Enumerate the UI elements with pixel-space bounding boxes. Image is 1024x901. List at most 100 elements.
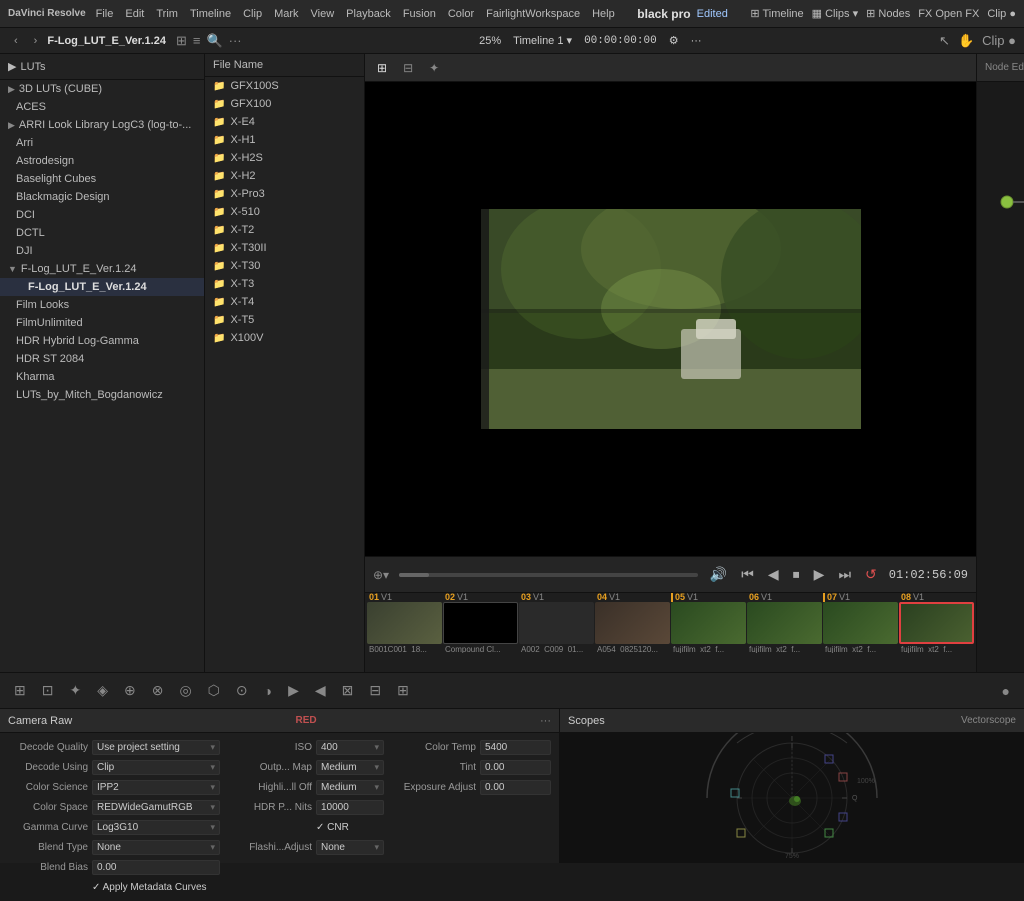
sidebar-item-3dluts[interactable]: ▶ 3D LUTs (CUBE) bbox=[0, 80, 204, 98]
clip-cell-07[interactable]: 07V1 fujifilm_xt2_f... bbox=[823, 593, 898, 653]
outp-map-value[interactable]: Medium ▾ bbox=[316, 760, 384, 775]
preview-btn-2[interactable]: ⊟ bbox=[399, 59, 417, 77]
sidebar-item-luts-mitch[interactable]: LUTs_by_Mitch_Bogdanowicz bbox=[0, 386, 204, 404]
highlight-off-value[interactable]: Medium ▾ bbox=[316, 780, 384, 795]
tool-btn-13[interactable]: ⊠ bbox=[336, 678, 360, 703]
progress-bar[interactable] bbox=[399, 573, 698, 577]
timecode-more-icon[interactable]: ⚙ bbox=[669, 34, 679, 47]
zoom-level[interactable]: 25% bbox=[479, 35, 501, 47]
back-button[interactable]: ‹ bbox=[8, 33, 24, 49]
tool-btn-10[interactable]: ◑ bbox=[258, 679, 278, 703]
list-view-icon[interactable]: ≡ bbox=[193, 33, 201, 49]
forward-button[interactable]: › bbox=[28, 33, 44, 49]
file-item-x100v[interactable]: 📁X100V bbox=[205, 329, 364, 347]
menu-timeline[interactable]: Timeline bbox=[190, 8, 231, 20]
nav-tools-icon[interactable]: ··· bbox=[691, 35, 702, 47]
exposure-adjust-value[interactable]: 0.00 bbox=[480, 780, 551, 795]
grid-view-icon[interactable]: ⊞ bbox=[176, 33, 187, 49]
decode-using-value[interactable]: Clip ▾ bbox=[92, 760, 220, 775]
clip-cell-08[interactable]: 08V1 fujifilm_xt2_f... bbox=[899, 593, 974, 653]
file-item-xe4[interactable]: 📁X-E4 bbox=[205, 113, 364, 131]
menu-clip[interactable]: Clip bbox=[243, 8, 262, 20]
volume-icon[interactable]: 🔊 bbox=[708, 564, 729, 585]
tool-btn-4[interactable]: ◈ bbox=[91, 678, 114, 703]
vectorscope-label[interactable]: Vectorscope bbox=[961, 715, 1016, 726]
timeline-mode-btn[interactable]: ⊞ Timeline bbox=[750, 7, 803, 20]
clip-cell-03[interactable]: 03V1 A002_C009_01... bbox=[519, 593, 594, 653]
cursor-tool-icon[interactable]: ↖ bbox=[939, 33, 950, 49]
stop-btn[interactable]: ⏹ bbox=[791, 564, 802, 585]
sidebar-item-hdr-hybrid[interactable]: HDR Hybrid Log-Gamma bbox=[0, 332, 204, 350]
file-item-xh1[interactable]: 📁X-H1 bbox=[205, 131, 364, 149]
blend-type-value[interactable]: None ▾ bbox=[92, 840, 220, 855]
sidebar-item-filmunlimited[interactable]: FilmUnlimited bbox=[0, 314, 204, 332]
file-item-xh2[interactable]: 📁X-H2 bbox=[205, 167, 364, 185]
decode-quality-value[interactable]: Use project setting ▾ bbox=[92, 740, 220, 755]
tool-btn-12[interactable]: ◀ bbox=[309, 678, 332, 703]
more-options-icon[interactable]: ··· bbox=[229, 33, 242, 49]
menu-color[interactable]: Color bbox=[448, 8, 474, 20]
file-item-x510[interactable]: 📁X-510 bbox=[205, 203, 364, 221]
preview-btn-3[interactable]: ✦ bbox=[425, 59, 443, 77]
tool-btn-8[interactable]: ⬡ bbox=[202, 678, 226, 703]
sidebar-item-film-looks[interactable]: Film Looks bbox=[0, 296, 204, 314]
menu-help[interactable]: Help bbox=[592, 8, 615, 20]
clip-cell-06[interactable]: 06V1 fujifilm_xt2_f... bbox=[747, 593, 822, 653]
hdr-nits-value[interactable]: 10000 bbox=[316, 800, 384, 815]
tint-value[interactable]: 0.00 bbox=[480, 760, 551, 775]
cnr-checkbox[interactable]: ✓ CNR bbox=[316, 822, 349, 833]
sidebar-item-aces[interactable]: ACES bbox=[0, 98, 204, 116]
file-item-xt4[interactable]: 📁X-T4 bbox=[205, 293, 364, 311]
tool-btn-3[interactable]: ✦ bbox=[63, 678, 87, 703]
timeline-name[interactable]: Timeline 1 ▾ bbox=[513, 34, 572, 47]
clip-cell-02[interactable]: 02V1 Compound Cl... bbox=[443, 593, 518, 653]
nodes-mode-btn[interactable]: ⊞ Nodes bbox=[866, 7, 910, 20]
sidebar-item-dctl[interactable]: DCTL bbox=[0, 224, 204, 242]
menu-fusion[interactable]: Fusion bbox=[403, 8, 436, 20]
clip-cell-01[interactable]: 01V1 B001C001_18... bbox=[367, 593, 442, 653]
clips-mode-btn[interactable]: ▦ Clips ▾ bbox=[812, 7, 858, 20]
tool-btn-15[interactable]: ⊞ bbox=[391, 678, 415, 703]
menu-edit[interactable]: Edit bbox=[125, 8, 144, 20]
menu-trim[interactable]: Trim bbox=[156, 8, 178, 20]
search-icon[interactable]: 🔍 bbox=[206, 33, 222, 49]
clip-btn[interactable]: Clip ● bbox=[987, 8, 1016, 20]
file-item-xt5[interactable]: 📁X-T5 bbox=[205, 311, 364, 329]
tool-btn-2[interactable]: ⊡ bbox=[36, 678, 60, 703]
sidebar-item-dji[interactable]: DJI bbox=[0, 242, 204, 260]
file-item-gfx100[interactable]: 📁GFX100 bbox=[205, 95, 364, 113]
tool-btn-1[interactable]: ⊞ bbox=[8, 678, 32, 703]
file-item-xt3[interactable]: 📁X-T3 bbox=[205, 275, 364, 293]
menu-view[interactable]: View bbox=[311, 8, 335, 20]
file-item-xh2s[interactable]: 📁X-H2S bbox=[205, 149, 364, 167]
menu-mark[interactable]: Mark bbox=[274, 8, 298, 20]
clip-label-right[interactable]: Clip ● bbox=[982, 33, 1016, 48]
sidebar-item-flog-active[interactable]: F-Log_LUT_E_Ver.1.24 bbox=[0, 278, 204, 296]
sidebar-item-dci[interactable]: DCI bbox=[0, 206, 204, 224]
tool-btn-5[interactable]: ⊕ bbox=[118, 678, 142, 703]
sidebar-item-kharma[interactable]: Kharma bbox=[0, 368, 204, 386]
color-science-value[interactable]: IPP2 ▾ bbox=[92, 780, 220, 795]
color-temp-value[interactable]: 5400 bbox=[480, 740, 551, 755]
menu-file[interactable]: File bbox=[96, 8, 114, 20]
file-item-xt30[interactable]: 📁X-T30 bbox=[205, 257, 364, 275]
clip-cell-05[interactable]: 05V1 fujifilm_xt2_f... bbox=[671, 593, 746, 653]
play-btn[interactable]: ▶ bbox=[812, 564, 827, 585]
tool-btn-right[interactable]: ● bbox=[996, 679, 1016, 703]
step-back-btn[interactable]: ◀ bbox=[766, 564, 781, 585]
skip-end-btn[interactable]: ⏭ bbox=[836, 564, 853, 585]
openfx-btn[interactable]: FX Open FX bbox=[918, 8, 979, 20]
tool-btn-14[interactable]: ⊟ bbox=[363, 678, 387, 703]
sidebar-item-blackmagic[interactable]: Blackmagic Design bbox=[0, 188, 204, 206]
file-item-gfx100s[interactable]: 📁GFX100S bbox=[205, 77, 364, 95]
apply-metadata-label[interactable]: ✓ Apply Metadata Curves bbox=[92, 882, 207, 893]
hand-tool-icon[interactable]: ✋ bbox=[958, 33, 974, 49]
file-item-xt2[interactable]: 📁X-T2 bbox=[205, 221, 364, 239]
flash-adjust-value[interactable]: None ▾ bbox=[316, 840, 384, 855]
tool-btn-9[interactable]: ⊙ bbox=[230, 678, 254, 703]
blend-bias-value[interactable]: 0.00 bbox=[92, 860, 220, 875]
clip-cell-04[interactable]: 04V1 A054_0825120... bbox=[595, 593, 670, 653]
sidebar-item-flog-parent[interactable]: ▼ F-Log_LUT_E_Ver.1.24 bbox=[0, 260, 204, 278]
iso-value[interactable]: 400 ▾ bbox=[316, 740, 384, 755]
preview-btn-1[interactable]: ⊞ bbox=[373, 59, 391, 77]
